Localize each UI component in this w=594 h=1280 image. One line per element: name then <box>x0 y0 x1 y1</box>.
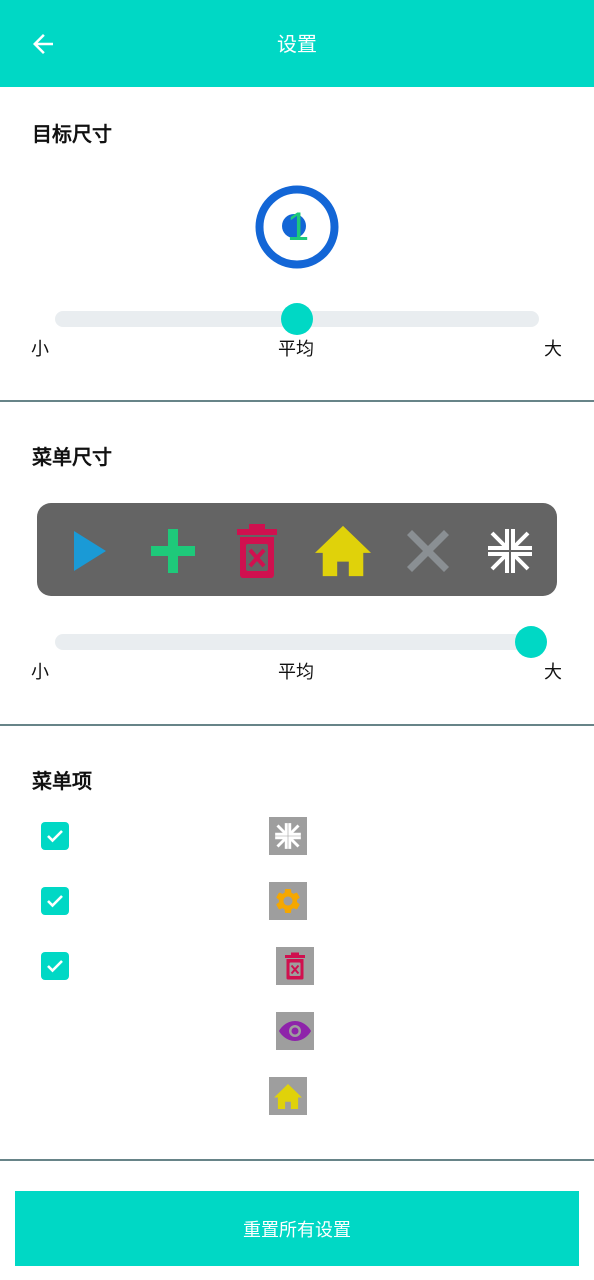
menu-slider-max-label: 大 <box>544 662 562 683</box>
app-bar: 设置 <box>0 0 594 87</box>
trash-icon <box>229 523 285 579</box>
close-icon <box>400 523 456 579</box>
trash-icon <box>276 947 314 985</box>
target-size-title: 目标尺寸 <box>32 122 112 146</box>
reset-all-settings-button[interactable]: 重置所有设置 <box>15 1191 579 1266</box>
plus-icon <box>145 523 201 579</box>
target-slider-mid-label: 平均 <box>278 339 314 360</box>
target-slider-max-label: 大 <box>544 339 562 360</box>
menu-items-title: 菜单项 <box>32 769 92 793</box>
home-icon <box>269 1077 307 1115</box>
section-divider <box>0 724 594 726</box>
menu-item-checkbox-collapse[interactable] <box>41 822 69 850</box>
menu-item-checkbox-settings[interactable] <box>41 887 69 915</box>
menu-slider-mid-label: 平均 <box>278 662 314 683</box>
target-slider-min-label: 小 <box>31 339 49 360</box>
collapse-icon <box>482 523 538 579</box>
check-icon <box>47 960 63 973</box>
target-number: 1 <box>287 205 309 249</box>
check-icon <box>47 895 63 908</box>
play-icon <box>59 523 115 579</box>
section-divider <box>0 400 594 402</box>
page-title: 设置 <box>277 32 317 56</box>
target-size-slider-thumb[interactable] <box>281 303 313 335</box>
eye-icon <box>276 1012 314 1050</box>
menu-preview-bar <box>37 503 557 596</box>
target-preview: 1 <box>255 185 339 269</box>
check-icon <box>47 830 63 843</box>
section-divider <box>0 1159 594 1161</box>
collapse-icon <box>269 817 307 855</box>
gear-icon <box>269 882 307 920</box>
home-icon <box>315 523 371 579</box>
menu-slider-min-label: 小 <box>31 662 49 683</box>
menu-item-checkbox-delete[interactable] <box>41 952 69 980</box>
menu-size-title: 菜单尺寸 <box>32 445 112 469</box>
menu-size-slider-thumb[interactable] <box>515 626 547 658</box>
menu-size-slider-track[interactable] <box>55 634 539 650</box>
